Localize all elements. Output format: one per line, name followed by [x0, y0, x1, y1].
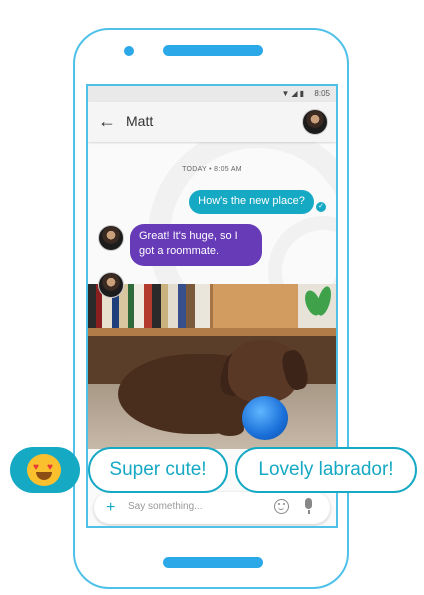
home-bar[interactable]	[163, 557, 263, 568]
status-icons: ▼◢▮	[281, 89, 306, 98]
outgoing-message[interactable]: How's the new place?	[189, 190, 314, 214]
smart-reply-lovely-labrador[interactable]: Lovely labrador!	[235, 447, 417, 493]
contact-name: Matt	[126, 113, 154, 129]
sender-avatar	[98, 225, 124, 251]
incoming-message[interactable]: Great! It's huge, so I got a roommate.	[130, 224, 262, 266]
smart-reply-emoji[interactable]: ♥ ♥	[10, 447, 80, 493]
heart-eyes-emoji-icon: ♥ ♥	[27, 454, 61, 486]
emoji-mouth	[36, 472, 52, 480]
mic-stand	[308, 510, 310, 514]
speaker-grille	[163, 45, 263, 56]
photo-sender-avatar	[98, 272, 124, 298]
status-time: 8:05	[314, 89, 330, 98]
compose-input[interactable]: Say something...	[128, 501, 202, 512]
camera-icon	[124, 46, 134, 56]
back-arrow-icon[interactable]: ←	[96, 110, 118, 132]
compose-bar: + Say something...	[94, 492, 330, 524]
app-bar: ← Matt	[88, 102, 336, 142]
contact-avatar[interactable]	[302, 109, 328, 135]
smart-reply-super-cute[interactable]: Super cute!	[88, 447, 228, 493]
photo-cabinet	[210, 284, 301, 332]
read-receipt-icon: ✓	[316, 202, 326, 212]
photo-plant	[298, 284, 336, 334]
mic-icon[interactable]	[305, 498, 312, 509]
date-separator: TODAY • 8:05 AM	[182, 166, 242, 173]
status-bar: ▼◢▮ 8:05	[88, 86, 336, 102]
photo-shelf-board	[88, 328, 336, 336]
emoji-icon[interactable]	[274, 499, 289, 514]
photo-puppy-paw	[216, 422, 244, 436]
photo-blue-ball	[242, 396, 288, 440]
shared-photo-puppy[interactable]	[88, 284, 336, 449]
add-icon[interactable]: +	[106, 498, 115, 518]
